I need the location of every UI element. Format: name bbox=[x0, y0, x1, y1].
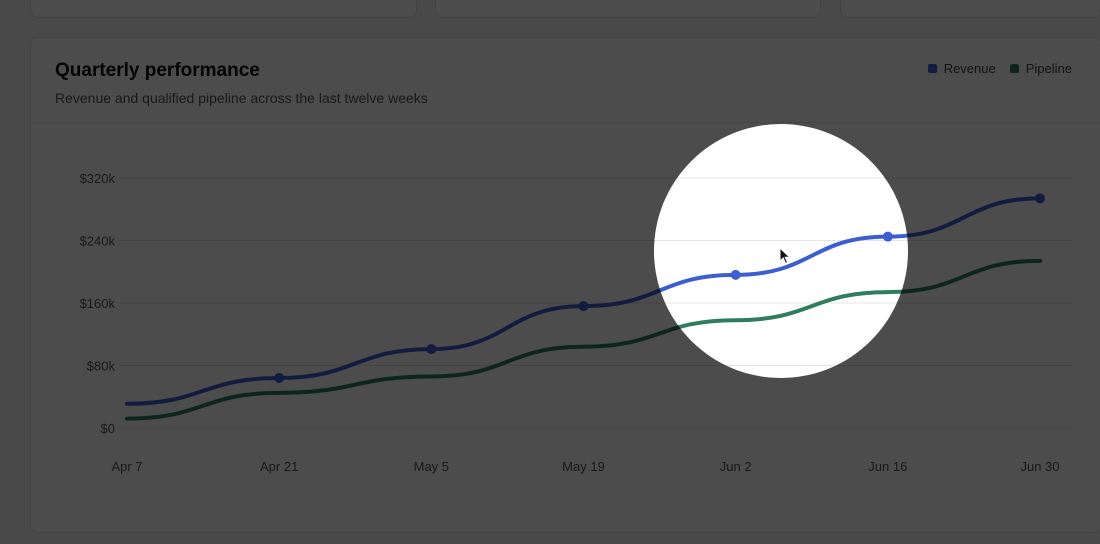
x-tick-label: May 5 bbox=[414, 459, 449, 474]
data-point-revenue bbox=[882, 231, 893, 242]
data-point-revenue bbox=[426, 344, 437, 355]
y-tick-label: $160k bbox=[80, 296, 116, 311]
x-tick-label: Apr 21 bbox=[260, 459, 298, 474]
page: Quarterly performance Revenue and qualif… bbox=[0, 0, 1100, 544]
series-line-pipeline bbox=[125, 258, 1042, 421]
data-point-revenue bbox=[730, 269, 741, 280]
x-tick-label: Jun 30 bbox=[1020, 459, 1059, 474]
data-point-revenue bbox=[274, 373, 285, 383]
y-tick-label: $0 bbox=[101, 421, 115, 436]
x-tick-label: Jun 2 bbox=[720, 459, 752, 474]
x-tick-label: May 19 bbox=[562, 459, 605, 474]
data-point-revenue bbox=[578, 301, 589, 312]
mouse-pointer-icon bbox=[779, 247, 791, 265]
series-line-revenue bbox=[125, 196, 1042, 406]
data-point-revenue bbox=[1035, 193, 1045, 204]
y-tick-label: $320k bbox=[80, 171, 116, 186]
x-tick-label: Apr 7 bbox=[111, 459, 142, 474]
line-chart[interactable]: $0 $80k $160k $240k $320k Apr 7 Apr 21 May 5 May… bbox=[0, 0, 1100, 544]
x-tick-label: Jun 16 bbox=[868, 459, 907, 474]
y-tick-label: $240k bbox=[80, 234, 116, 249]
y-tick-label: $80k bbox=[87, 359, 116, 374]
